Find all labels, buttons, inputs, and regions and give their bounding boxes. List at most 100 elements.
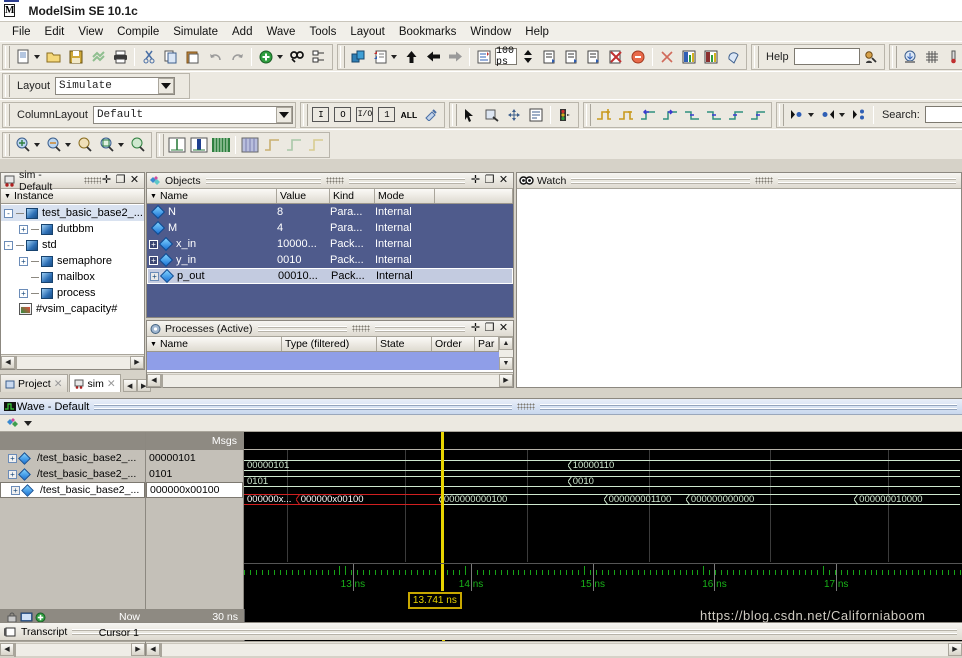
objects-row-n[interactable]: N 8 Para... Internal [147,204,513,220]
bookmark-add-icon[interactable] [96,134,118,156]
tree-item-process[interactable]: + process [1,285,144,301]
add-wave-icon[interactable] [255,46,277,68]
new-file-icon[interactable] [12,46,34,68]
tree-item-dutbbm[interactable]: + dutbbm [1,221,144,237]
objects-list[interactable]: N 8 Para... Internal M 4 Para... Interna… [147,204,513,317]
zoom-out-dropdown-icon[interactable] [65,142,71,147]
scroll-track[interactable] [15,355,130,370]
menu-item-window[interactable]: Window [463,25,518,39]
tab-scroll-left-icon[interactable]: ◀ [122,379,137,392]
filter-inout-button[interactable]: I/O [354,104,376,126]
run-icon[interactable] [539,46,561,68]
waveform-canvas[interactable]: 00000101 10000110 0101 0010 000000x... 000000… [244,432,962,563]
wave-signal-row-1[interactable]: + /test_basic_base2_... [0,466,145,482]
zoom-out-icon[interactable] [43,134,65,156]
filter-clear-icon[interactable] [420,104,442,126]
filter-all-button[interactable]: ALL [398,104,420,126]
search-input[interactable] [924,106,962,123]
bookmark-dropdown-icon[interactable] [118,142,124,147]
tab-project[interactable]: Project ✕ [0,374,68,392]
tree-item-vsim-capacity[interactable]: #vsim_capacity# [1,301,144,317]
timestep-spinner[interactable]: 100 ps [495,46,518,68]
colorize-icon[interactable] [722,46,744,68]
instance-tree[interactable]: - test_basic_base2_... + dutbbm - std + … [1,204,144,318]
scroll-thumb[interactable] [160,642,162,657]
tab-close-icon[interactable]: ✕ [54,378,63,390]
signal-strength-icon[interactable] [554,104,576,126]
profile-icon[interactable] [678,46,700,68]
find-icon[interactable] [286,46,308,68]
sim-panel-tabs[interactable]: Project ✕ sim ✕ ◀ ▶ [0,370,151,392]
grid-overlay-icon[interactable] [239,134,261,156]
toolbar-grip[interactable] [778,103,784,126]
scroll-thumb[interactable] [15,355,17,370]
up-arrow-icon[interactable] [400,46,422,68]
collapse-icon[interactable] [817,104,839,126]
zoom-in-icon[interactable] [12,134,34,156]
object-expander-icon[interactable]: + [149,255,158,265]
scroll-up-icon[interactable]: ▲ [499,337,513,350]
redo-icon[interactable] [226,46,248,68]
select-mode-icon[interactable] [459,104,481,126]
menu-item-view[interactable]: View [71,25,110,39]
wave-fill-icon[interactable] [210,134,232,156]
scroll-down-icon[interactable]: ▼ [499,357,513,370]
toolbar-grip[interactable] [159,133,164,156]
panel-undock-icon[interactable]: ✛ [470,323,481,334]
timestep-value[interactable]: 100 ps [496,46,514,68]
scroll-thumb[interactable] [14,642,16,657]
now-add-icon[interactable] [35,612,46,623]
wave-object-dropdown-icon[interactable] [24,420,32,426]
panel-maximize-icon[interactable]: ❐ [484,175,495,186]
wave-signal-names[interactable]: + /test_basic_base2_... + /test_basic_ba… [0,432,146,563]
menu-item-help[interactable]: Help [518,25,556,39]
objects-row-p-out[interactable]: + p_out 00010... Pack... Internal [147,268,513,284]
object-expander-icon[interactable]: + [149,239,158,249]
menu-item-edit[interactable]: Edit [38,25,72,39]
scroll-right-icon[interactable]: ▶ [131,642,145,656]
menu-item-compile[interactable]: Compile [110,25,166,39]
rise-edge-next-icon[interactable] [747,104,769,126]
toolbar-grip[interactable] [754,45,759,68]
simulate-dropdown-icon[interactable] [391,54,397,59]
help-input[interactable] [793,48,860,65]
panel-drag-handle[interactable] [84,177,101,184]
delete-pulse-icon[interactable] [615,104,637,126]
scroll-track[interactable] [161,373,499,388]
tree-expander-icon[interactable]: + [19,224,28,234]
cursor-time-label[interactable]: 13.741 ns [407,592,462,609]
scroll-left-icon[interactable]: ◀ [146,642,160,656]
cursor-insert-icon[interactable] [166,134,188,156]
zoom-mode-icon[interactable] [481,104,503,126]
cut-icon[interactable] [138,46,160,68]
toolbar-grip[interactable] [585,103,591,126]
objects-row-m[interactable]: M 4 Para... Internal [147,220,513,236]
filter-internal-button[interactable]: 1 [376,104,398,126]
toolbar-grip[interactable] [5,74,10,97]
now-lock-icon[interactable] [6,612,18,623]
watch-content-area[interactable] [517,189,961,387]
stop-icon[interactable] [627,46,649,68]
break-icon[interactable] [605,46,627,68]
wave-names-hscrollbar[interactable]: ◀ ▶ [0,641,146,657]
waveform-plot[interactable]: 00000101 10000110 0101 0010 000000x... 000000… [244,450,962,562]
panel-drag-handle[interactable] [516,403,535,410]
copy-icon[interactable] [160,46,182,68]
processes-hscrollbar[interactable]: ◀ ▶ [147,372,513,388]
forward-arrow-icon[interactable] [444,46,466,68]
back-arrow-icon[interactable] [422,46,444,68]
tree-expander-icon[interactable]: - [4,208,13,218]
recompile-icon[interactable] [87,46,109,68]
menu-item-wave[interactable]: Wave [259,25,302,39]
panel-maximize-icon[interactable]: ❐ [115,175,126,186]
scroll-left-icon[interactable]: ◀ [0,642,14,656]
scroll-track[interactable] [160,642,948,657]
waveform-rise-icon[interactable] [283,134,305,156]
scroll-right-icon[interactable]: ▶ [130,355,144,369]
fall-edge-prev-icon[interactable] [681,104,703,126]
wave-canvas-hscrollbar[interactable]: ◀ ▶ [146,641,962,657]
toolbar-grip[interactable] [302,103,308,126]
undo-icon[interactable] [204,46,226,68]
toolbar-grip[interactable] [451,103,457,126]
signal-expander-icon[interactable]: + [11,485,20,495]
